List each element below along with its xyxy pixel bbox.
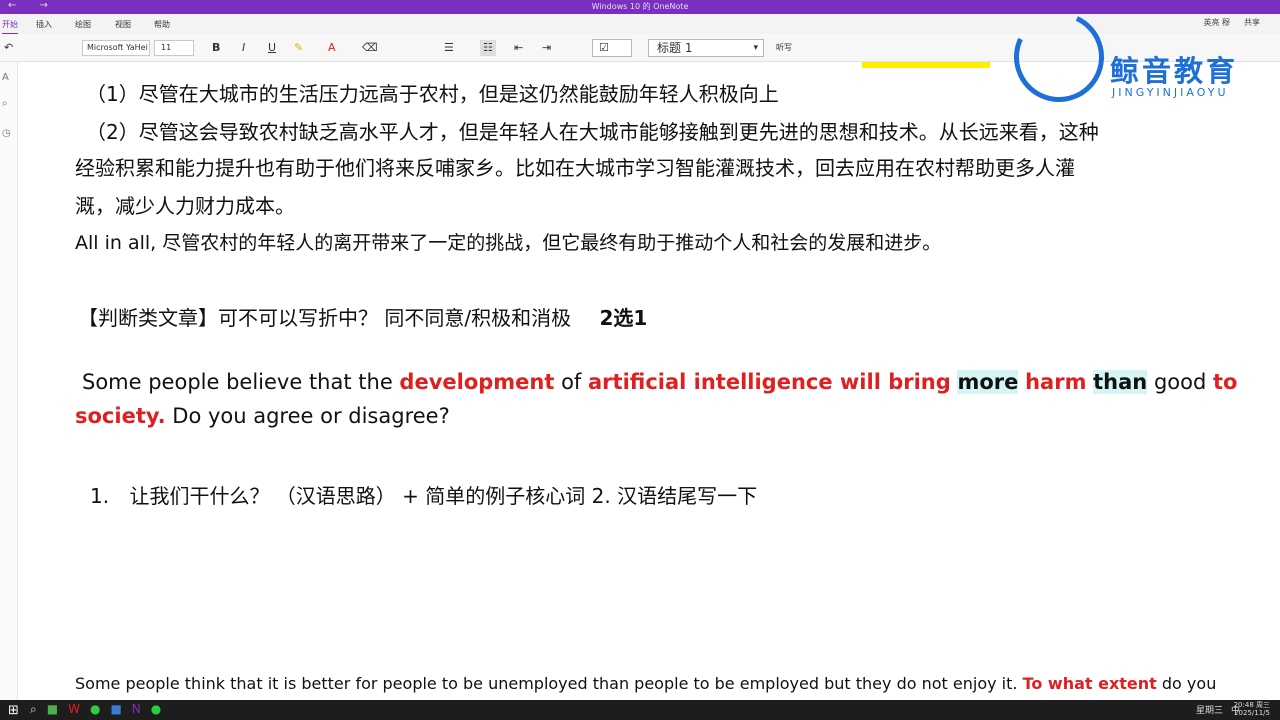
app-icon-1[interactable]: ■ bbox=[47, 702, 58, 717]
bottom-text-b: do you bbox=[1156, 674, 1217, 693]
bottom-text-a: Some people think that it is better for … bbox=[75, 674, 1023, 693]
q-of: of bbox=[554, 370, 588, 394]
clear-format-icon[interactable]: ⌫ bbox=[362, 40, 378, 56]
clock-time: 20:48 周三 bbox=[1233, 701, 1270, 709]
brand-logo: 鲸音教育 JINGYINJIAOYU bbox=[1001, 0, 1270, 115]
wps-icon[interactable]: W bbox=[68, 702, 80, 717]
q-society: society. bbox=[75, 404, 166, 428]
q-ai-phrase: artificial intelligence will bring bbox=[588, 370, 951, 394]
judge-heading[interactable]: 【判断类文章】可不可以写折中？ 同不同意/积极和消极 2选1 bbox=[78, 302, 647, 331]
essay-question-line2[interactable]: society. Do you agree or disagree? bbox=[75, 404, 450, 428]
taskbar-apps: ⌕ ■ W ● ■ N ● bbox=[30, 702, 161, 717]
wechat-icon[interactable]: ● bbox=[90, 702, 100, 717]
todo-tag-select[interactable]: ☑ bbox=[592, 39, 632, 57]
underline-button[interactable]: U bbox=[268, 40, 276, 56]
judge-label: 【判断类文章】可不可以写折中？ 同不同意/积极和消极 bbox=[78, 306, 572, 330]
clock-date: 2025/11/5 bbox=[1234, 709, 1270, 717]
font-size-select[interactable]: 11 bbox=[154, 40, 194, 56]
outdent-icon[interactable]: ⇤ bbox=[514, 40, 523, 56]
tab-insert[interactable]: 插入 bbox=[36, 19, 52, 30]
app-icon-3[interactable]: ● bbox=[151, 702, 161, 717]
logo-pinyin: JINGYINJIAOYU bbox=[1112, 86, 1229, 99]
bold-button[interactable]: B bbox=[212, 40, 220, 56]
tab-draw[interactable]: 绘图 bbox=[75, 19, 91, 30]
note-conclusion[interactable]: All in all, 尽管农村的年轻人的离开带来了一定的挑战，但它最终有助于推… bbox=[75, 228, 941, 255]
q-harm: harm bbox=[1025, 370, 1087, 394]
bullets-icon[interactable]: ☰ bbox=[444, 40, 454, 56]
onenote-icon[interactable]: N bbox=[132, 702, 141, 717]
note-paragraph-2b[interactable]: 经验积累和能力提升也有助于他们将来反哺家乡。比如在大城市学习智能灌溉技术，回去应… bbox=[75, 152, 1075, 181]
step-number: 1. bbox=[90, 484, 110, 508]
tab-start[interactable]: 开始 bbox=[2, 19, 18, 35]
checkbox-icon: ☑ bbox=[599, 41, 609, 54]
chevron-down-icon: ▾ bbox=[753, 43, 758, 53]
step-text: 让我们干什么？ （汉语思路） + 简单的例子核心词 2. 汉语结尾写一下 bbox=[129, 484, 758, 508]
q-than: than bbox=[1093, 370, 1148, 394]
weekday-label: 星期三 bbox=[1195, 706, 1223, 716]
font-color-icon[interactable]: A bbox=[328, 40, 336, 56]
numbering-icon[interactable]: ☷ bbox=[480, 40, 496, 56]
indent-icon[interactable]: ⇥ bbox=[542, 40, 551, 56]
q-end: Do you agree or disagree? bbox=[165, 404, 450, 428]
logo-name: 鲸音教育 bbox=[1110, 54, 1239, 88]
highlighter-icon[interactable]: ✎ bbox=[294, 40, 303, 56]
q-development: development bbox=[399, 370, 555, 394]
search-icon[interactable]: ⌕ bbox=[30, 702, 37, 717]
note-paragraph-2c[interactable]: 溉，减少人力财力成本。 bbox=[75, 190, 295, 219]
style-select[interactable]: 标题 1 ▾ bbox=[648, 39, 764, 57]
q-good: good bbox=[1147, 370, 1213, 394]
windows-start-icon[interactable]: ⊞ bbox=[8, 703, 19, 718]
tab-help[interactable]: 帮助 bbox=[154, 19, 170, 30]
q-more: more bbox=[957, 370, 1019, 394]
undo-icon[interactable]: ↶ bbox=[4, 40, 13, 56]
bottom-to-what-extent: To what extent bbox=[1022, 674, 1157, 693]
app-icon-2[interactable]: ■ bbox=[110, 702, 121, 717]
dictate-button[interactable]: 听写 bbox=[776, 42, 792, 53]
essay-question-line1[interactable]: Some people believe that the development… bbox=[82, 370, 1237, 394]
taskbar: ⊞ ⌕ ■ W ● ■ N ● 星期三 中 20:48 周三 2025/11/5 bbox=[0, 700, 1280, 720]
q-to: to bbox=[1212, 370, 1238, 394]
note-paragraph-2a[interactable]: （2）尽管这会导致农村缺乏高水平人才，但是年轻人在大城市能够接触到更先进的思想和… bbox=[86, 116, 1099, 145]
whale-logo-icon bbox=[1001, 0, 1117, 115]
note-paragraph-1[interactable]: （1）尽管在大城市的生活压力远高于农村，但是这仍然能鼓励年轻人积极向上 bbox=[86, 78, 779, 107]
bottom-question[interactable]: Some people think that it is better for … bbox=[75, 674, 1216, 693]
choose-label: 2选1 bbox=[599, 306, 648, 330]
task-step-line[interactable]: 1. 让我们干什么？ （汉语思路） + 简单的例子核心词 2. 汉语结尾写一下 bbox=[90, 480, 757, 509]
clock[interactable]: 20:48 周三 2025/11/5 bbox=[1234, 701, 1270, 717]
italic-button[interactable]: I bbox=[242, 40, 245, 56]
font-family-select[interactable]: Microsoft YaHei bbox=[82, 40, 150, 56]
style-label: 标题 1 bbox=[657, 41, 693, 55]
tab-view[interactable]: 视图 bbox=[115, 19, 131, 30]
note-page: （1）尽管在大城市的生活压力远高于农村，但是这仍然能鼓励年轻人积极向上 （2）尽… bbox=[0, 62, 1280, 700]
q-text-a: Some people believe that the bbox=[82, 370, 400, 394]
